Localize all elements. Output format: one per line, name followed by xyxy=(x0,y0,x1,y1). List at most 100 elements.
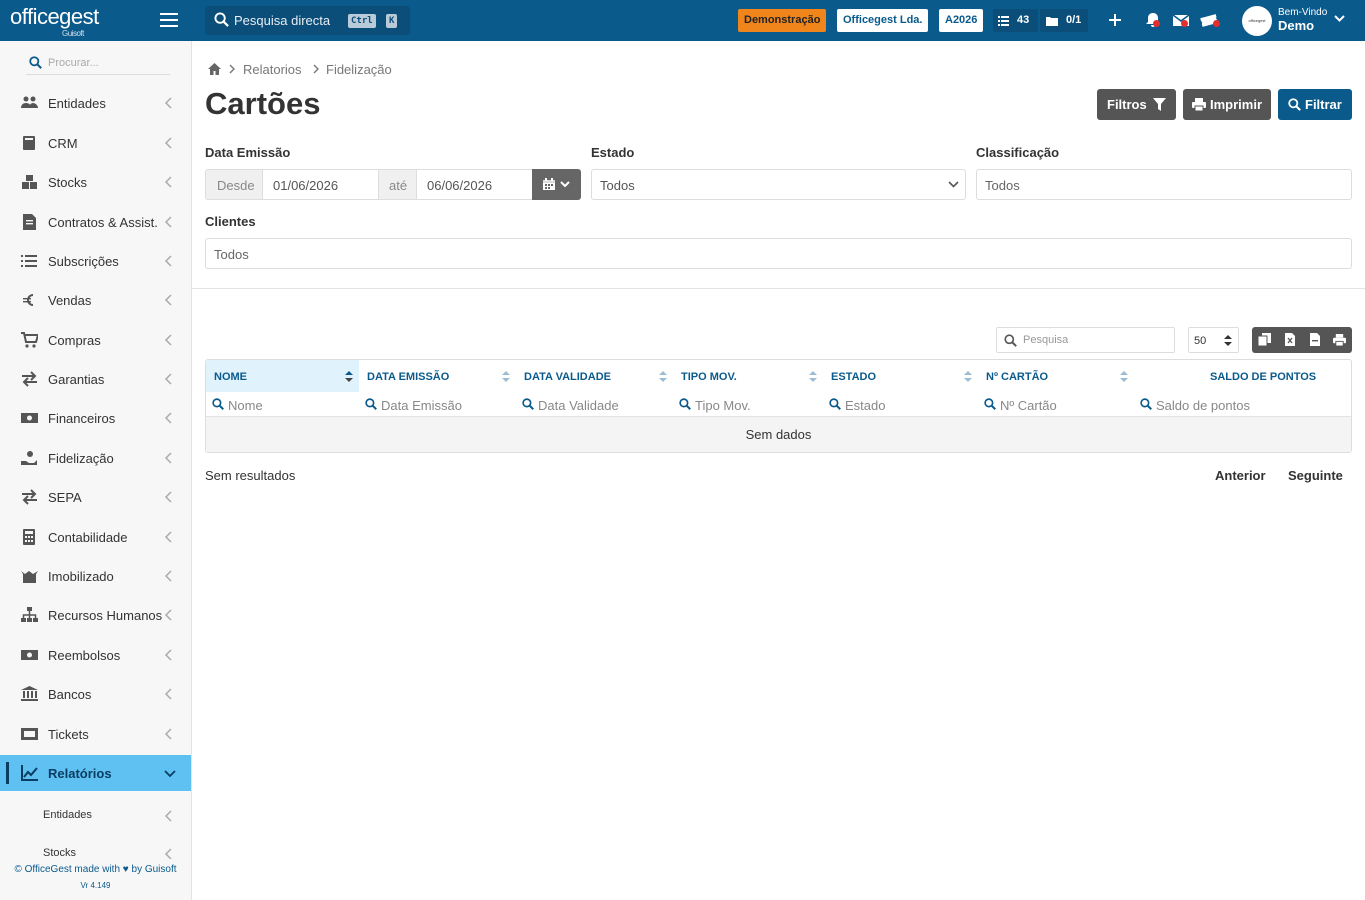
excel-export-button[interactable] xyxy=(1277,327,1302,353)
column-header-data-validade[interactable]: Data Validade xyxy=(516,360,673,392)
sidebar-item-reembolsos[interactable]: Reembolsos xyxy=(0,637,191,673)
avatar[interactable]: officegest xyxy=(1242,6,1272,36)
state-select[interactable]: Todos xyxy=(591,169,966,200)
sidebar-item-label: Recursos Humanos xyxy=(48,608,163,623)
column-filter-placeholder: Nome xyxy=(228,398,263,413)
exchange-icon xyxy=(22,371,37,387)
bell-icon[interactable] xyxy=(1144,11,1162,29)
breadcrumb-relatorios[interactable]: Relatorios xyxy=(243,62,302,77)
tasks-badge[interactable]: 43 xyxy=(993,9,1038,32)
column-header-tipo-mov[interactable]: Tipo Mov. xyxy=(673,360,823,392)
column-filter-placeholder: Data Emissão xyxy=(381,398,462,413)
sidebar-item-label: Contabilidade xyxy=(48,530,128,545)
chart-icon xyxy=(21,765,38,781)
column-filter-nome[interactable]: Nome xyxy=(206,392,359,416)
sidebar-item-garantias[interactable]: Garantias xyxy=(0,361,191,397)
sidebar-item-relatorios[interactable]: Relatórios xyxy=(0,755,191,791)
sidebar-item-fidelizacao[interactable]: Fidelização xyxy=(0,440,191,476)
mail-icon[interactable] xyxy=(1172,11,1190,29)
column-header-nome[interactable]: Nome xyxy=(206,360,359,392)
sidebar-item-stocks[interactable]: Stocks xyxy=(0,164,191,200)
column-filter-saldo-de-pontos[interactable]: Saldo de pontos xyxy=(1134,392,1351,416)
search-icon xyxy=(365,398,377,410)
calendar-icon xyxy=(543,178,555,190)
column-filter-estado[interactable]: Estado xyxy=(823,392,978,416)
column-header-n-cartao[interactable]: Nº Cartão xyxy=(978,360,1134,392)
sidebar-subitem-label: Entidades xyxy=(43,809,92,821)
sidebar-item-crm[interactable]: CRM xyxy=(0,125,191,161)
company-badge[interactable]: Officegest Lda. xyxy=(837,9,929,32)
sidebar-item-financeiros[interactable]: Financeiros xyxy=(0,400,191,436)
list-icon xyxy=(21,255,37,267)
sidebar-item-vendas[interactable]: Vendas xyxy=(0,282,191,318)
app-logo[interactable]: officegest Guisoft xyxy=(10,4,110,38)
sidebar-item-sepa[interactable]: SEPA xyxy=(0,479,191,515)
table-empty-message: Sem dados xyxy=(206,416,1351,452)
clients-label: Clientes xyxy=(205,214,256,229)
sidebar-item-recursos-humanos[interactable]: Recursos Humanos xyxy=(0,597,191,633)
printer-icon xyxy=(1192,98,1206,111)
chevron-left-icon xyxy=(164,728,174,740)
sidebar-item-entidades[interactable]: Entidades xyxy=(0,85,191,121)
footer-credit[interactable]: © OfficeGest made with ♥ by Guisoft xyxy=(0,864,191,875)
sidebar-item-imobilizado[interactable]: Imobilizado xyxy=(0,558,191,594)
classification-select[interactable]: Todos xyxy=(976,169,1352,200)
chevron-left-icon xyxy=(164,176,174,188)
sidebar-item-compras[interactable]: Compras xyxy=(0,322,191,358)
date-from-input[interactable]: 01/06/2026 xyxy=(262,169,379,200)
shortcut-k: K xyxy=(386,14,398,28)
column-filter-tipo-mov[interactable]: Tipo Mov. xyxy=(673,392,823,416)
sidebar-item-label: Garantias xyxy=(48,372,105,387)
column-header-data-emissao[interactable]: Data Emissão xyxy=(359,360,516,392)
chevron-left-icon xyxy=(164,570,174,582)
chevron-down-icon[interactable] xyxy=(1334,15,1345,23)
column-filter-n-cartao[interactable]: Nº Cartão xyxy=(978,392,1134,416)
sidebar-item-contabilidade[interactable]: Contabilidade xyxy=(0,519,191,555)
sidebar-item-label: Fidelização xyxy=(48,451,114,466)
sidebar-item-subscricoes[interactable]: Subscrições xyxy=(0,243,191,279)
page-size-value: 50 xyxy=(1194,335,1207,347)
sidebar-item-tickets[interactable]: Tickets xyxy=(0,716,191,752)
sidebar-subitem-entidades[interactable]: Entidades xyxy=(0,802,191,830)
year-badge[interactable]: A2026 xyxy=(939,9,984,32)
sidebar-item-contratos-assist[interactable]: Contratos & Assist. xyxy=(0,204,191,240)
sidebar-search-input[interactable]: Procurar... xyxy=(26,53,170,75)
user-menu[interactable]: Bem-Vindo Demo xyxy=(1278,7,1327,33)
pagination-previous[interactable]: Anterior xyxy=(1215,468,1266,483)
sidebar-item-label: Bancos xyxy=(48,687,92,702)
print-button[interactable]: Imprimir xyxy=(1183,89,1271,120)
plus-icon[interactable] xyxy=(1106,11,1124,29)
top-bar: officegest Guisoft Pesquisa directa Ctrl… xyxy=(0,0,1365,41)
filters-button-label: Filtros xyxy=(1107,97,1147,112)
table-search-input[interactable]: Pesquisa xyxy=(996,327,1175,353)
column-filter-data-emissao[interactable]: Data Emissão xyxy=(359,392,516,416)
sidebar-subitem-stocks[interactable]: Stocks xyxy=(0,840,191,859)
results-info: Sem resultados xyxy=(205,468,296,483)
filters-button[interactable]: Filtros xyxy=(1097,89,1176,120)
chevron-left-icon xyxy=(164,97,174,109)
clients-select[interactable]: Todos xyxy=(205,238,1352,269)
table-print-button[interactable] xyxy=(1327,327,1352,353)
column-filter-data-validade[interactable]: Data Validade xyxy=(516,392,673,416)
pagination-next[interactable]: Seguinte xyxy=(1288,468,1343,483)
calendar-picker-button[interactable] xyxy=(532,169,581,200)
home-icon[interactable] xyxy=(207,62,222,76)
global-search-input[interactable]: Pesquisa directa Ctrl K xyxy=(205,6,410,35)
money-icon xyxy=(21,413,38,423)
user-name: Demo xyxy=(1278,18,1315,33)
column-header-saldo-de-pontos[interactable]: Saldo de pontos xyxy=(1134,360,1351,392)
date-to-input[interactable]: 06/06/2026 xyxy=(416,169,533,200)
docs-badge[interactable]: 0/1 xyxy=(1040,9,1088,32)
demo-badge[interactable]: Demonstração xyxy=(738,9,827,32)
money-icon xyxy=(21,650,38,660)
bank-icon xyxy=(21,686,38,701)
sort-icon xyxy=(345,371,353,382)
column-header-estado[interactable]: Estado xyxy=(823,360,978,392)
chevron-left-icon xyxy=(164,452,174,464)
pdf-export-button[interactable] xyxy=(1302,327,1327,353)
sidebar-item-bancos[interactable]: Bancos xyxy=(0,676,191,712)
filter-button[interactable]: Filtrar xyxy=(1278,89,1352,120)
menu-toggle-icon[interactable] xyxy=(160,13,178,27)
copy-button[interactable] xyxy=(1252,327,1277,353)
page-size-select[interactable]: 50 xyxy=(1188,327,1239,353)
